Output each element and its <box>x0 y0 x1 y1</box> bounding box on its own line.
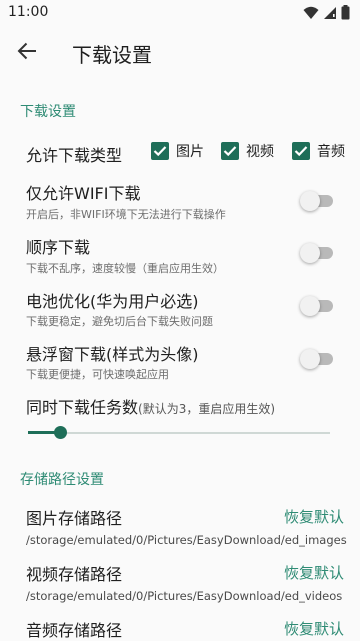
floating-window-title: 悬浮窗下载(样式为头像) <box>26 345 199 364</box>
wifi-only-switch[interactable] <box>300 191 334 211</box>
concurrent-tasks-slider[interactable] <box>28 423 330 443</box>
concurrent-tasks-title: 同时下载任务数(默认为3，重启应用生效) <box>26 394 275 418</box>
checkbox-images[interactable]: 图片 <box>151 141 204 161</box>
floating-window-switch[interactable] <box>300 349 334 369</box>
checkbox-checked-icon <box>221 142 239 160</box>
checkbox-videos-label: 视频 <box>246 144 274 160</box>
wifi-only-title: 仅允许WIFI下载 <box>26 184 141 203</box>
image-path-reset-button[interactable]: 恢复默认 <box>284 506 344 527</box>
status-icons <box>303 5 350 24</box>
battery-optimization-switch[interactable] <box>300 296 334 316</box>
wifi-only-subtitle: 开启后，非WIFI环境下无法进行下载操作 <box>26 208 226 221</box>
cellular-signal-icon <box>323 5 337 24</box>
checkbox-checked-icon <box>151 142 169 160</box>
page-title: 下载设置 <box>72 43 152 67</box>
floating-window-subtitle: 下载更便捷，可快速唤起应用 <box>26 368 169 381</box>
switch-thumb <box>300 349 320 369</box>
battery-optimization-title: 电池优化(华为用户必选) <box>26 292 199 311</box>
checkbox-videos[interactable]: 视频 <box>221 141 274 161</box>
image-path-title: 图片存储路径 <box>26 509 123 528</box>
concurrent-tasks-hint: (默认为3，重启应用生效) <box>138 402 276 416</box>
video-path-value: /storage/emulated/0/Pictures/EasyDownloa… <box>26 589 343 603</box>
checkbox-audio[interactable]: 音频 <box>292 141 345 161</box>
slider-thumb[interactable] <box>53 426 67 439</box>
concurrent-tasks-label: 同时下载任务数 <box>26 398 139 417</box>
switch-thumb <box>300 243 320 263</box>
video-path-title: 视频存储路径 <box>26 565 123 584</box>
allowed-types-label: 允许下载类型 <box>26 146 123 165</box>
switch-thumb <box>300 191 320 211</box>
sequential-download-switch[interactable] <box>300 243 334 263</box>
video-path-reset-button[interactable]: 恢复默认 <box>284 562 344 583</box>
battery-icon <box>341 5 350 24</box>
section-header-download: 下载设置 <box>20 104 76 120</box>
status-time: 11:00 <box>8 4 49 20</box>
checkbox-audio-label: 音频 <box>317 144 345 160</box>
audio-path-title: 音频存储路径 <box>26 621 123 640</box>
audio-path-reset-button[interactable]: 恢复默认 <box>284 618 344 639</box>
sequential-download-title: 顺序下载 <box>26 238 91 257</box>
status-bar: 11:00 <box>0 0 360 26</box>
slider-rail <box>28 432 330 434</box>
checkbox-images-label: 图片 <box>176 144 204 160</box>
arrow-back-icon <box>17 42 37 64</box>
switch-thumb <box>300 296 320 316</box>
back-button[interactable] <box>14 40 40 66</box>
app-bar: 下载设置 <box>0 26 360 80</box>
section-header-storage: 存储路径设置 <box>20 472 104 488</box>
battery-optimization-subtitle: 下载更稳定，避免切后台下载失败问题 <box>26 315 213 328</box>
checkbox-checked-icon <box>292 142 310 160</box>
image-path-value: /storage/emulated/0/Pictures/EasyDownloa… <box>26 533 347 547</box>
sequential-download-subtitle: 下载不乱序，速度较慢（重启应用生效） <box>26 262 224 275</box>
wifi-icon <box>303 5 319 24</box>
